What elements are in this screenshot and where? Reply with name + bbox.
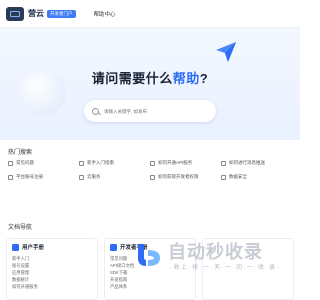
hero-banner: 请问需要什么帮助? <box>0 28 300 140</box>
docs-card <box>202 238 294 300</box>
document-icon <box>221 174 226 180</box>
docs-card: 用户手册 新手入门 账号设置 应用管理 数据统计 如何开通服务 <box>6 238 98 300</box>
search-input[interactable] <box>104 108 204 114</box>
card-title[interactable]: 开发者手册 <box>120 243 148 251</box>
hot-search-item[interactable]: 如何开通API服务 <box>150 160 221 166</box>
hot-search-title: 热门搜索 <box>8 150 33 156</box>
hero-title: 请问需要什么帮助? <box>91 71 209 86</box>
card-link[interactable]: 应用管理 <box>12 269 92 276</box>
card-link[interactable]: SDK下载 <box>110 269 190 276</box>
docs-card: 开发者手册 常见问题 API接口文档 SDK下载 开发指南 产品体系 <box>104 238 196 300</box>
card-link[interactable]: API接口文档 <box>110 262 190 269</box>
document-icon <box>8 174 13 180</box>
hot-search-item[interactable]: 如何进行消息推送 <box>221 160 292 166</box>
hot-search-list: 常见问题 新手入门指南 如何开通API服务 如何进行消息推送 平台账号注册 云服… <box>8 160 292 180</box>
logo-text[interactable]: 营云 <box>28 8 44 19</box>
document-icon <box>8 160 13 166</box>
card-title[interactable]: 用户手册 <box>22 243 44 251</box>
hot-search-item[interactable]: 云服务 <box>79 174 150 180</box>
portal-badge: 开发者门户 <box>47 9 76 18</box>
logo-icon[interactable] <box>6 6 24 21</box>
card-link[interactable]: 如何开通服务 <box>12 283 92 290</box>
hot-search-item[interactable]: 数据安全 <box>221 174 292 180</box>
top-navigation-bar: 营云 开发者门户 帮助中心 <box>0 0 300 28</box>
nav-help-center[interactable]: 帮助中心 <box>94 10 116 18</box>
hot-search-item[interactable]: 常见问题 <box>8 160 79 166</box>
developer-manual-icon <box>110 243 117 251</box>
card-link[interactable]: 产品体系 <box>110 283 190 290</box>
document-icon <box>79 160 84 166</box>
card-link[interactable]: 常见问题 <box>110 255 190 262</box>
paper-plane-icon <box>216 42 236 62</box>
hot-search-item[interactable]: 新手入门指南 <box>79 160 150 166</box>
user-manual-icon <box>12 243 19 251</box>
card-link[interactable]: 开发指南 <box>110 276 190 283</box>
search-box[interactable] <box>84 100 216 122</box>
document-icon <box>221 160 226 166</box>
docs-card-list: 用户手册 新手入门 账号设置 应用管理 数据统计 如何开通服务 开发者手册 常见… <box>6 238 294 300</box>
card-link[interactable]: 数据统计 <box>12 276 92 283</box>
hot-search-item[interactable]: 平台账号注册 <box>8 174 79 180</box>
search-icon[interactable] <box>92 107 99 115</box>
hot-search-item[interactable]: 如何获取开发者权限 <box>150 174 221 180</box>
document-icon <box>150 174 155 180</box>
card-link[interactable]: 账号设置 <box>12 262 92 269</box>
docs-nav-title: 文档导航 <box>8 225 33 231</box>
document-icon <box>150 160 155 166</box>
card-link[interactable]: 新手入门 <box>12 255 92 262</box>
document-icon <box>79 174 84 180</box>
